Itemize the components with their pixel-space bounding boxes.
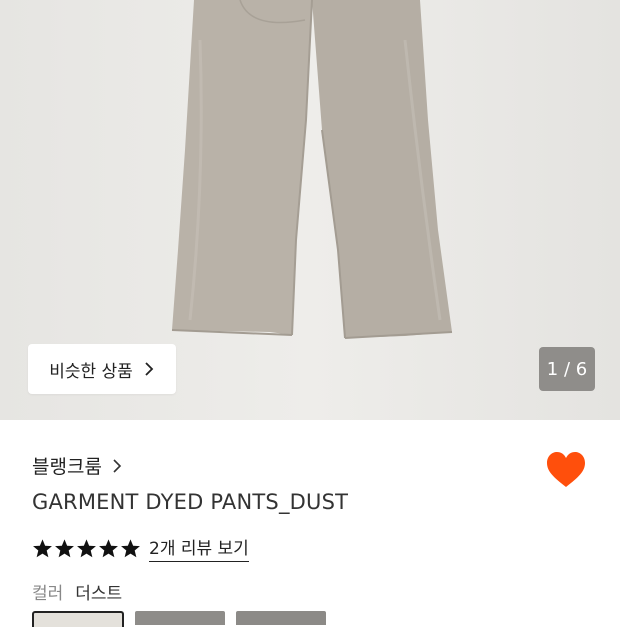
color-swatch[interactable] <box>135 611 225 625</box>
brand-link[interactable]: 블랭크룸 <box>32 452 122 479</box>
review-link[interactable]: 2개 리뷰 보기 <box>149 534 249 562</box>
chevron-right-icon <box>145 362 154 376</box>
similar-products-label: 비슷한 상품 <box>49 361 133 382</box>
star-icon <box>77 538 96 557</box>
color-label: 컬러 <box>32 584 64 604</box>
rating-row: 2개 리뷰 보기 <box>32 534 249 562</box>
color-swatch[interactable] <box>236 611 326 625</box>
star-icon <box>55 538 74 557</box>
similar-products-button[interactable]: 비슷한 상품 <box>28 344 176 394</box>
star-rating <box>32 538 141 559</box>
color-value: 더스트 <box>75 584 123 604</box>
chevron-right-icon <box>113 458 122 473</box>
star-icon <box>121 538 140 557</box>
color-swatch-dust[interactable] <box>32 611 124 627</box>
star-icon <box>33 538 52 557</box>
heart-icon[interactable] <box>545 450 587 490</box>
product-name: GARMENT DYED PANTS_DUST <box>32 490 349 514</box>
star-icon <box>99 538 118 557</box>
product-image-gallery[interactable]: 비슷한 상품 1 / 6 <box>0 0 620 420</box>
brand-name: 블랭크룸 <box>32 456 102 478</box>
color-row: 컬러 더스트 <box>32 579 122 604</box>
image-counter: 1 / 6 <box>539 347 595 391</box>
